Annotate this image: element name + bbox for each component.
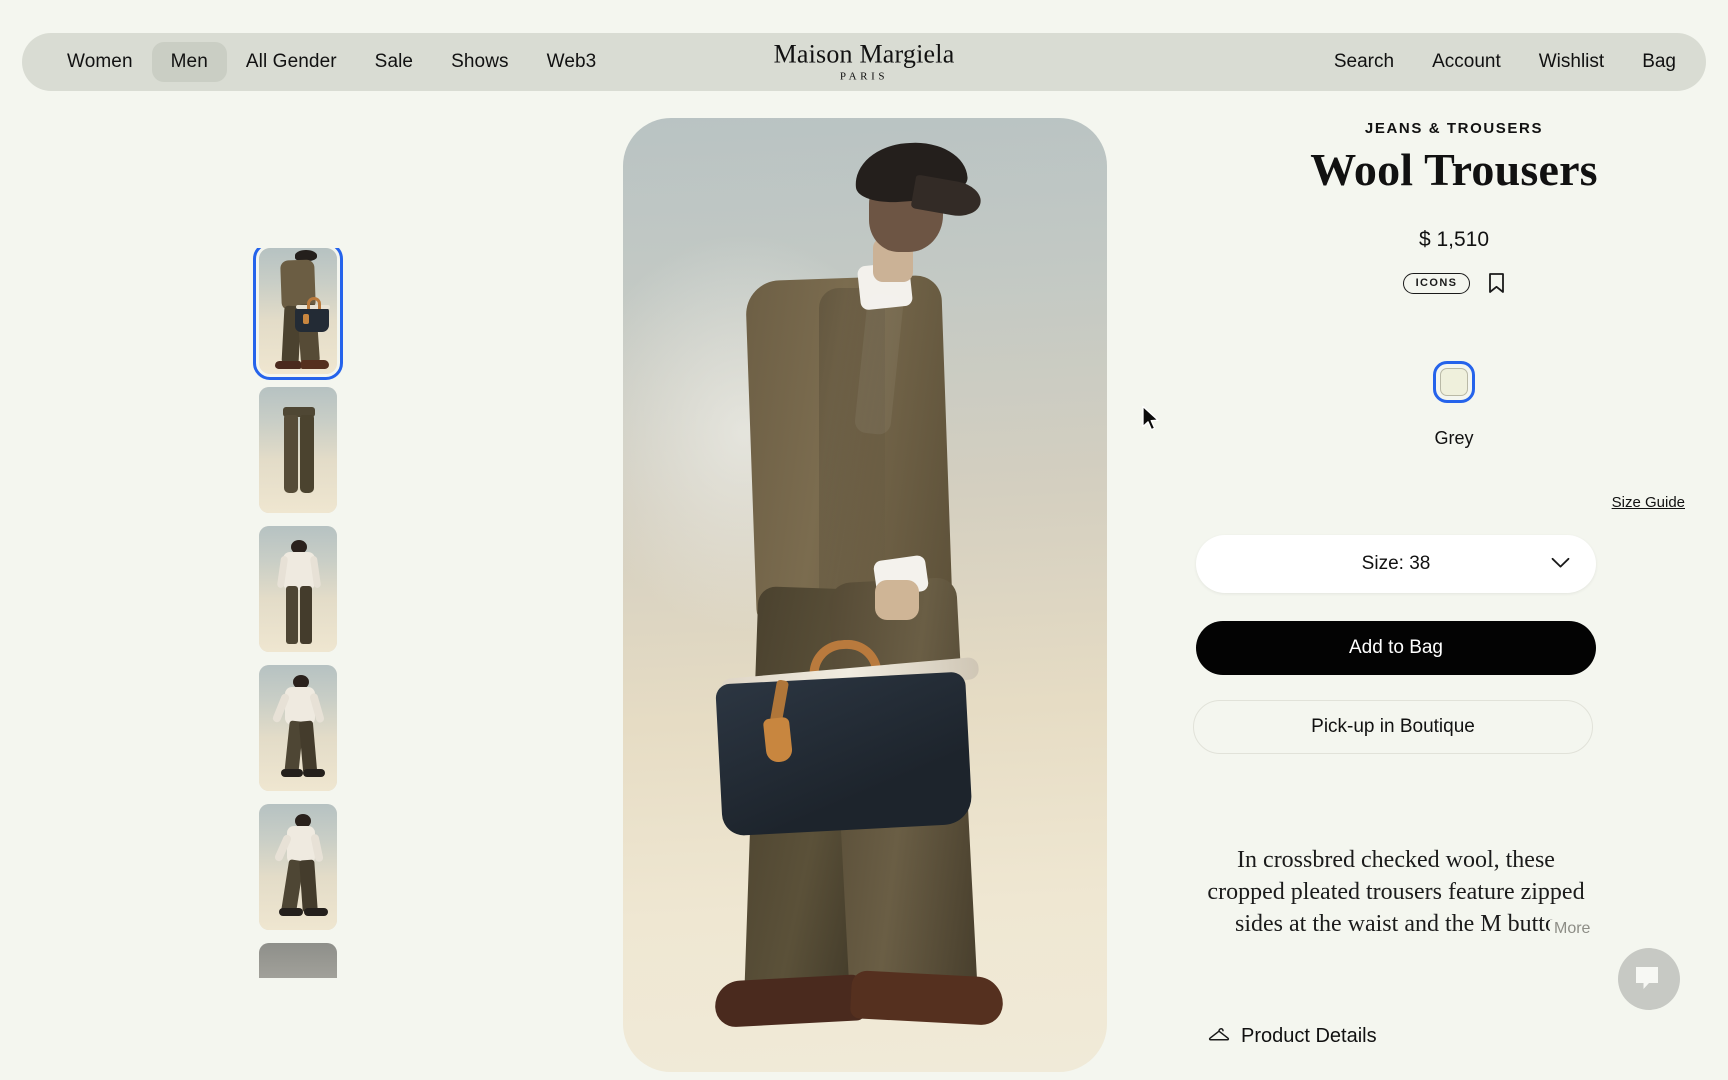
color-swatch-group — [1180, 361, 1728, 403]
icons-badge[interactable]: ICONS — [1402, 272, 1471, 294]
nav-item-men[interactable]: Men — [151, 42, 227, 82]
hanger-icon — [1208, 1025, 1230, 1048]
bookmark-icon[interactable] — [1488, 272, 1505, 294]
brand-logo-sub: PARIS — [839, 70, 889, 83]
color-name-label: Grey — [1434, 428, 1474, 448]
add-to-bag-button[interactable]: Add to Bag — [1196, 621, 1596, 675]
chat-bubble-icon[interactable] — [1618, 948, 1680, 1010]
thumb-figure — [259, 387, 337, 513]
nav-item-shows[interactable]: Shows — [432, 42, 528, 82]
thumb-figure — [259, 665, 337, 791]
brand-logo[interactable]: Maison Margiela PARIS — [773, 39, 955, 83]
model-hand — [875, 580, 919, 620]
nav-item-women[interactable]: Women — [48, 42, 152, 82]
nav-item-sale[interactable]: Sale — [356, 42, 432, 82]
page-root: Women Men All Gender Sale Shows Web3 Mai… — [0, 0, 1728, 1080]
size-select-dropdown[interactable]: Size: 38 — [1196, 535, 1596, 593]
brand-logo-name: Maison Margiela — [773, 39, 955, 69]
read-more-link[interactable]: More — [1550, 920, 1591, 938]
product-details-toggle[interactable]: Product Details — [1208, 1025, 1377, 1048]
model-shoe-right — [849, 970, 1005, 1026]
nav-item-web3[interactable]: Web3 — [528, 42, 616, 82]
bag-body — [715, 671, 973, 837]
product-details-label: Product Details — [1241, 1025, 1377, 1047]
badge-row: ICONS — [1180, 272, 1728, 294]
bag-tassel — [762, 716, 794, 764]
mouse-cursor — [1141, 405, 1161, 438]
nav-primary-links: Women Men All Gender Sale Shows Web3 — [22, 42, 615, 82]
thumbnail-item-2[interactable] — [259, 387, 337, 513]
thumbnail-item-3[interactable] — [259, 526, 337, 652]
thumbnail-item-5[interactable] — [259, 804, 337, 930]
product-info-panel: JEANS & TROUSERS Wool Trousers $ 1,510 I… — [1180, 0, 1728, 1080]
main-product-image[interactable] — [623, 118, 1107, 1072]
page-title: Wool Trousers — [1310, 144, 1598, 195]
thumbnail-rail[interactable] — [252, 248, 344, 978]
thumbnail-item-1[interactable] — [253, 248, 343, 380]
chevron-down-icon — [1551, 553, 1570, 575]
thumb-background — [259, 943, 337, 978]
model-shoe-left — [713, 974, 867, 1028]
nav-item-all-gender[interactable]: All Gender — [227, 42, 356, 82]
thumb-figure — [259, 248, 337, 374]
size-select-value: Size: 38 — [1361, 553, 1431, 574]
thumbnail-item-4[interactable] — [259, 665, 337, 791]
thumb-figure — [259, 526, 337, 652]
size-guide-link[interactable]: Size Guide — [1612, 494, 1685, 511]
thumb-figure — [259, 804, 337, 930]
color-swatch-grey[interactable] — [1433, 361, 1475, 403]
product-price: $ 1,510 — [1418, 228, 1490, 251]
thumbnail-item-6[interactable] — [259, 943, 337, 978]
pickup-in-boutique-button[interactable]: Pick-up in Boutique — [1193, 700, 1593, 754]
product-description: In crossbred checked wool, these cropped… — [1207, 847, 1585, 937]
product-category: JEANS & TROUSERS — [1364, 120, 1544, 137]
